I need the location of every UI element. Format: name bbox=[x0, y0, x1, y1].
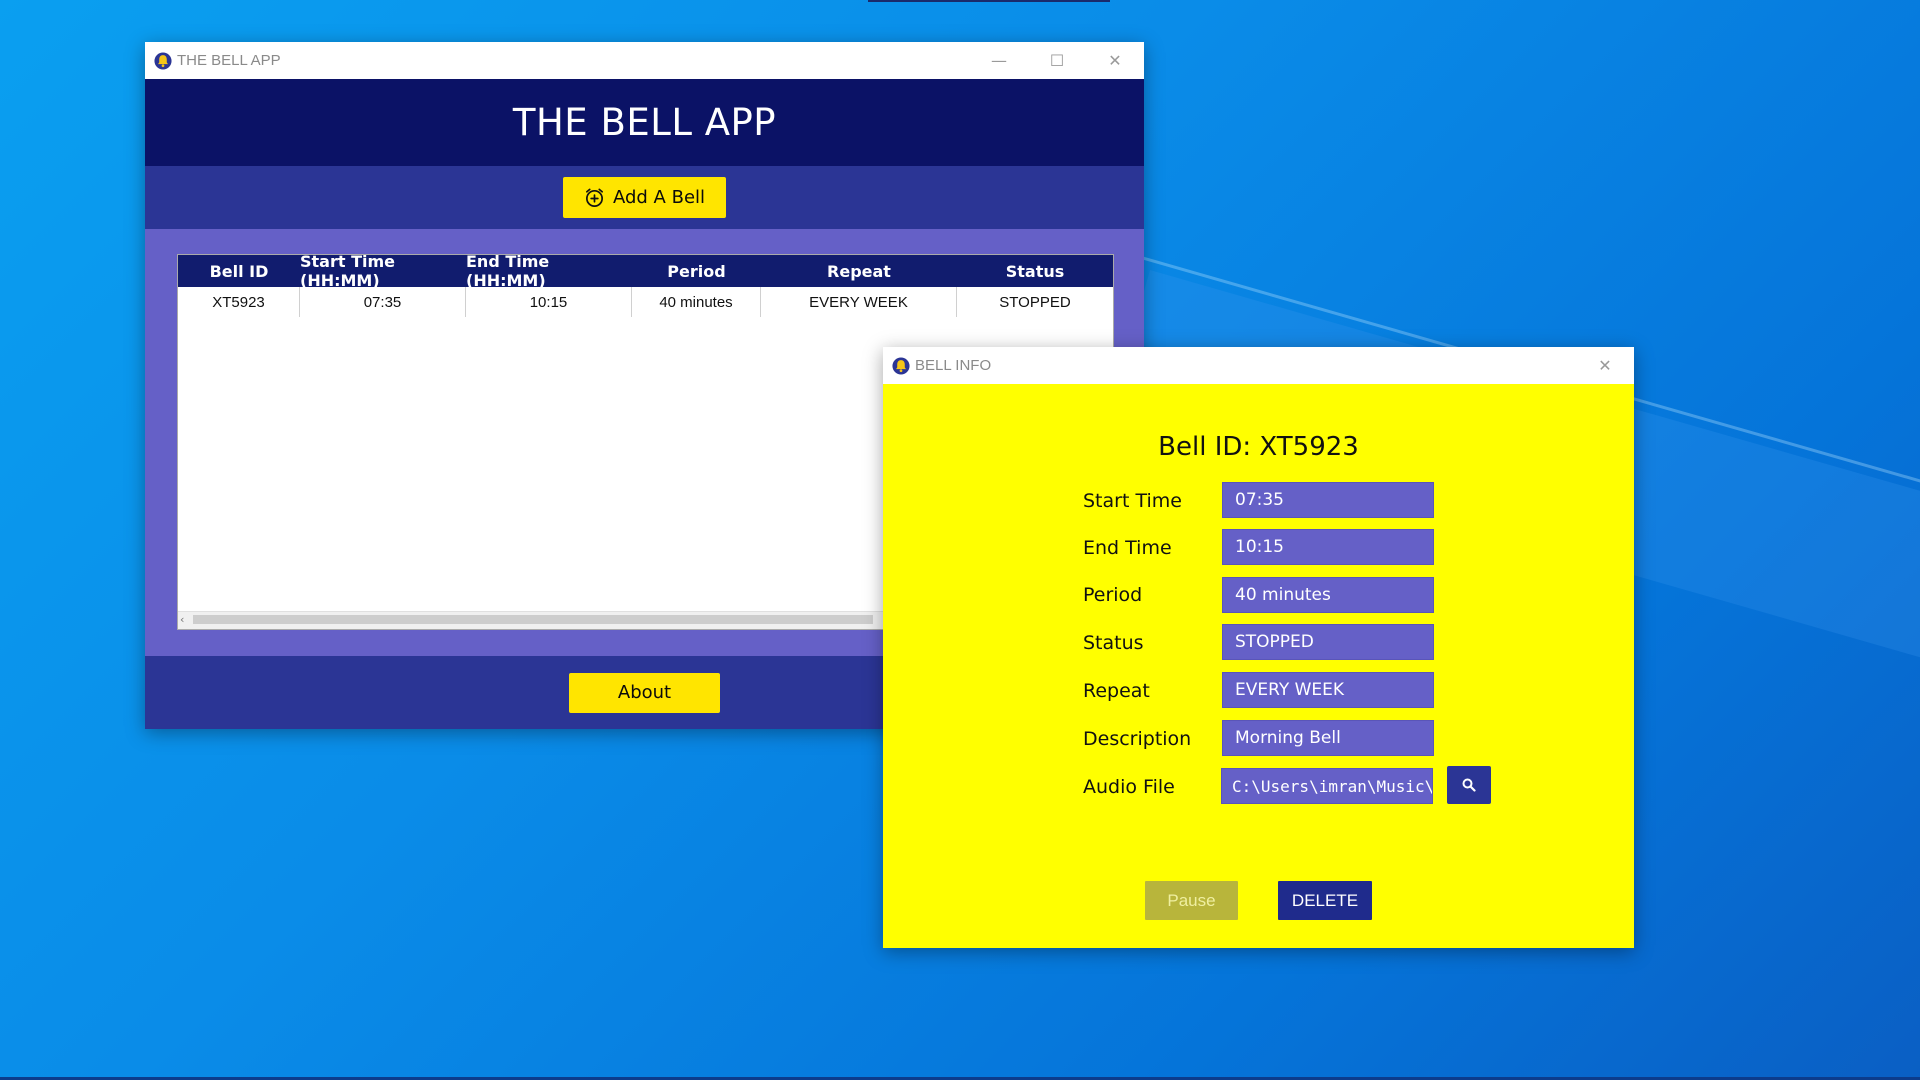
pause-button[interactable]: Pause bbox=[1145, 881, 1238, 920]
add-bell-button[interactable]: Add A Bell bbox=[563, 177, 726, 218]
cell-repeat: EVERY WEEK bbox=[761, 287, 957, 317]
column-header-start-time[interactable]: Start Time (HH:MM) bbox=[300, 252, 466, 290]
header-band: THE BELL APP bbox=[145, 79, 1144, 166]
dialog-title: BELL INFO bbox=[915, 357, 992, 374]
period-field[interactable]: 40 minutes bbox=[1222, 577, 1434, 613]
start-time-field[interactable]: 07:35 bbox=[1222, 482, 1434, 518]
repeat-field[interactable]: EVERY WEEK bbox=[1222, 672, 1434, 708]
repeat-label: Repeat bbox=[1083, 680, 1150, 702]
end-time-field[interactable]: 10:15 bbox=[1222, 529, 1434, 565]
audio-file-field[interactable]: C:\Users\imran\Music\A bbox=[1221, 768, 1433, 804]
bell-id-heading: Bell ID: XT5923 bbox=[1158, 432, 1359, 462]
cell-bell-id: XT5923 bbox=[178, 287, 300, 317]
status-field[interactable]: STOPPED bbox=[1222, 624, 1434, 660]
toolbar: Add A Bell bbox=[145, 166, 1144, 229]
column-header-status[interactable]: Status bbox=[957, 255, 1113, 287]
taskbar-edge bbox=[868, 0, 1110, 2]
cell-status: STOPPED bbox=[999, 293, 1071, 311]
minimize-icon[interactable]: — bbox=[970, 42, 1028, 79]
search-icon bbox=[1462, 778, 1476, 792]
start-time-label: Start Time bbox=[1083, 490, 1182, 512]
description-label: Description bbox=[1083, 728, 1192, 750]
cell-period: 40 minutes bbox=[632, 287, 761, 317]
status-label: Status bbox=[1083, 632, 1144, 654]
title-bar[interactable]: THE BELL APP — ☐ ✕ bbox=[145, 42, 1144, 79]
column-header-bell-id[interactable]: Bell ID bbox=[178, 255, 300, 287]
bell-icon bbox=[154, 51, 172, 70]
bell-icon bbox=[892, 356, 910, 375]
scrollbar-thumb[interactable] bbox=[193, 615, 873, 624]
add-bell-label: Add A Bell bbox=[612, 187, 706, 208]
app-title: THE BELL APP bbox=[512, 101, 777, 144]
column-header-repeat[interactable]: Repeat bbox=[761, 255, 957, 287]
column-header-period[interactable]: Period bbox=[632, 255, 761, 287]
close-icon[interactable]: ✕ bbox=[1086, 42, 1144, 79]
cell-end-time: 10:15 bbox=[466, 287, 632, 317]
column-header-end-time[interactable]: End Time (HH:MM) bbox=[466, 252, 632, 290]
table-row[interactable]: XT5923 07:35 10:15 40 minutes EVERY WEEK… bbox=[178, 287, 1113, 317]
browse-audio-button[interactable] bbox=[1447, 766, 1491, 804]
delete-button[interactable]: DELETE bbox=[1278, 881, 1372, 920]
scroll-left-icon[interactable]: ‹ bbox=[180, 613, 184, 626]
alarm-clock-plus-icon bbox=[585, 188, 603, 207]
about-button[interactable]: About bbox=[569, 672, 720, 713]
window-title: THE BELL APP bbox=[177, 52, 281, 69]
maximize-icon[interactable]: ☐ bbox=[1028, 42, 1086, 79]
end-time-label: End Time bbox=[1083, 537, 1172, 559]
period-label: Period bbox=[1083, 584, 1143, 606]
table-header: Bell ID Start Time (HH:MM) End Time (HH:… bbox=[178, 252, 1113, 290]
cell-start-time: 07:35 bbox=[300, 287, 466, 317]
bell-info-body: Bell ID: XT5923 Start Time 07:35 End Tim… bbox=[883, 384, 1634, 948]
audio-file-label: Audio File bbox=[1083, 776, 1175, 798]
bell-info-window: BELL INFO ✕ Bell ID: XT5923 Start Time 0… bbox=[883, 347, 1634, 948]
description-field[interactable]: Morning Bell bbox=[1222, 720, 1434, 756]
dialog-title-bar[interactable]: BELL INFO ✕ bbox=[883, 347, 1634, 384]
close-icon[interactable]: ✕ bbox=[1576, 347, 1634, 384]
